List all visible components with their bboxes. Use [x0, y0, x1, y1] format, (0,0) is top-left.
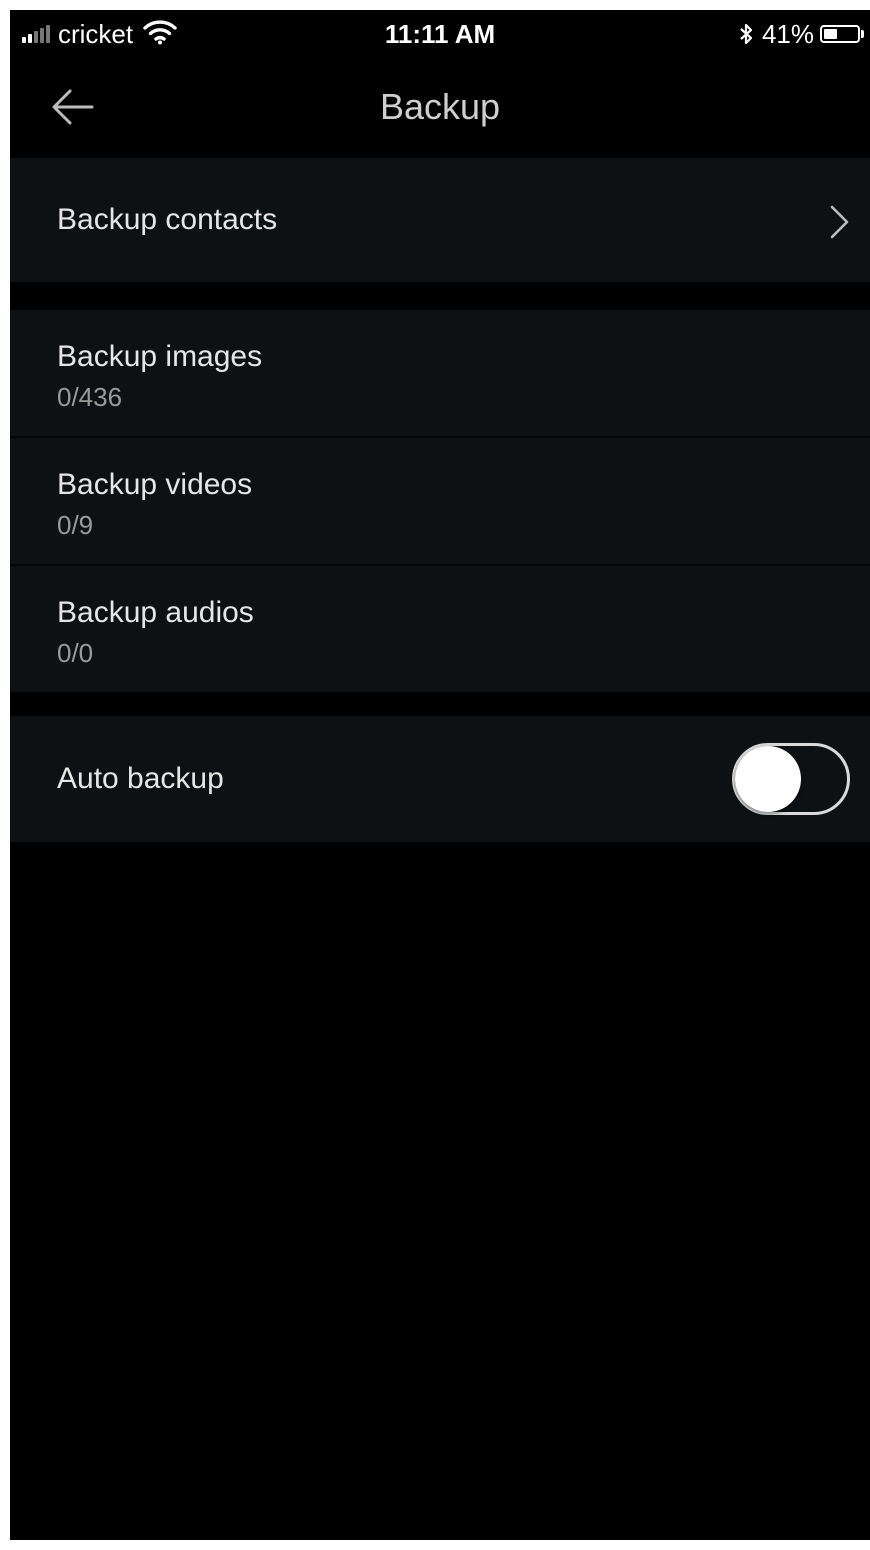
backup-audios-count: 0/0: [57, 638, 94, 668]
auto-backup-toggle[interactable]: [732, 743, 850, 815]
backup-audios-label: Backup audios: [57, 596, 254, 629]
backup-videos-count: 0/9: [57, 510, 94, 540]
nav-bar: Backup: [10, 58, 870, 158]
toggle-knob: [735, 746, 801, 812]
auto-backup-group: Auto backup: [10, 716, 870, 842]
contacts-group: Backup contacts: [10, 158, 870, 282]
battery-percent: 41%: [761, 18, 814, 49]
screen: cricket 11:11 AM 41% Backup Backup conta…: [10, 10, 870, 1540]
backup-videos-row[interactable]: Backup videos 0/9: [10, 438, 870, 566]
media-group: Backup images 0/436 Backup videos 0/9 Ba…: [10, 310, 870, 692]
auto-backup-label: Auto backup: [57, 762, 224, 795]
backup-audios-row[interactable]: Backup audios 0/0: [10, 566, 870, 692]
backup-contacts-label: Backup contacts: [57, 203, 278, 236]
status-right: 41%: [738, 18, 864, 50]
backup-images-row[interactable]: Backup images 0/436: [10, 310, 870, 438]
page-title: Backup: [379, 86, 501, 127]
backup-contacts-row[interactable]: Backup contacts: [10, 158, 870, 282]
bluetooth-icon: [738, 22, 754, 46]
battery-icon: [820, 25, 864, 43]
backup-videos-label: Backup videos: [57, 468, 253, 501]
chevron-right-icon: [830, 205, 849, 239]
auto-backup-row: Auto backup: [10, 716, 870, 842]
battery-fill: [824, 29, 837, 39]
status-bar: cricket 11:11 AM 41%: [10, 10, 870, 58]
backup-images-label: Backup images: [57, 340, 263, 373]
backup-images-count: 0/436: [57, 382, 123, 412]
